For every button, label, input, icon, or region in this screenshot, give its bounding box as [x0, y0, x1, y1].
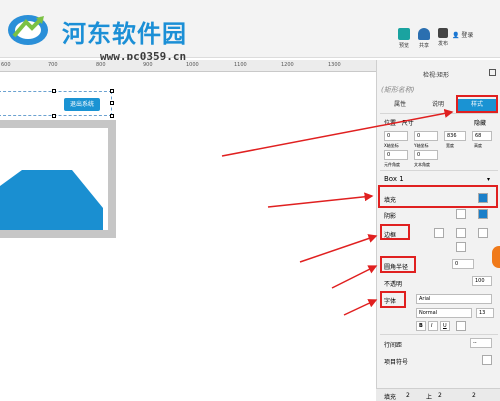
bullets-checkbox[interactable]	[482, 355, 492, 365]
ruler-tick: 700	[48, 62, 58, 68]
ruler-tick: 900	[143, 62, 153, 68]
panel-popout-icon[interactable]	[489, 69, 496, 76]
login-link[interactable]: 👤 登录	[452, 30, 473, 39]
border-style-button[interactable]	[434, 228, 444, 238]
shadow-label: 阴影	[384, 213, 397, 220]
x-caption: X轴坐标	[384, 143, 399, 148]
line-height-label: 行间距	[384, 342, 403, 349]
image-frame-inner	[0, 128, 108, 230]
login-label: 登录	[461, 32, 474, 39]
corner-radius-input[interactable]: 0	[452, 259, 474, 269]
border-label: 边框	[384, 232, 397, 239]
horizontal-ruler: 600 700 800 900 1000 1100 1200 1300	[0, 60, 376, 72]
width-input[interactable]: 836	[444, 131, 466, 141]
user-icon: 👤	[452, 32, 460, 39]
padding-right-value[interactable]: 2	[472, 392, 476, 399]
line-height-input[interactable]: --	[470, 338, 492, 348]
panel-title-text: 矩形	[437, 72, 450, 79]
h-caption: 高度	[474, 143, 482, 148]
padding-bar: 填充 2 上 2 2	[376, 388, 500, 401]
ruler-tick: 800	[96, 62, 106, 68]
font-label: 字体	[384, 298, 397, 305]
image-frame[interactable]	[0, 120, 116, 238]
rotation-caption: 元件角度	[384, 162, 400, 167]
y-caption: Y轴坐标	[414, 143, 429, 148]
tab-notes[interactable]: 说明	[420, 99, 456, 111]
publish-button[interactable]: 发布	[432, 28, 454, 47]
play-icon	[398, 28, 410, 40]
padding-fill-label: 填充	[384, 394, 397, 401]
ruler-tick: 600	[1, 62, 11, 68]
resize-handle[interactable]	[110, 101, 114, 105]
italic-button[interactable]: I	[428, 321, 438, 331]
fill-label: 填充	[384, 197, 397, 204]
site-name: 河东软件园	[62, 20, 187, 48]
tab-properties[interactable]: 属性	[382, 99, 418, 111]
resize-handle[interactable]	[110, 89, 114, 93]
bold-button[interactable]: B	[416, 321, 426, 331]
divider	[380, 170, 498, 171]
exit-system-button[interactable]: 退出系统	[64, 98, 100, 111]
mountain-shape	[0, 170, 103, 230]
publish-label: 发布	[437, 41, 448, 47]
opacity-input[interactable]: 100	[472, 276, 492, 286]
text-rotation-caption: 文本角度	[414, 162, 430, 167]
location-size-label: 位置 · 尺寸	[384, 120, 414, 127]
ruler-tick: 1100	[234, 62, 247, 68]
font-size-select[interactable]: 13	[476, 308, 494, 318]
corner-radius-label: 圆角半径	[384, 264, 409, 271]
border-arrow-button[interactable]	[456, 242, 466, 252]
resize-handle[interactable]	[52, 89, 56, 93]
underline-button[interactable]: U	[440, 321, 450, 331]
preview-button[interactable]: 预览	[393, 28, 415, 49]
rotation-input[interactable]: 0	[384, 150, 408, 160]
shape-name-input[interactable]: (矩形名称)	[381, 85, 414, 95]
publish-icon	[438, 28, 448, 38]
divider	[380, 113, 498, 114]
cloud-icon	[418, 28, 430, 40]
chevron-down-icon[interactable]: ▾	[487, 176, 490, 183]
padding-top-value[interactable]: 2	[438, 392, 442, 399]
font-family-select[interactable]: Arial	[416, 294, 492, 304]
ruler-tick: 1300	[328, 62, 341, 68]
shadow-button[interactable]	[456, 209, 466, 219]
panel-title: 检视:矩形	[423, 70, 449, 79]
divider	[380, 334, 498, 335]
y-input[interactable]: 0	[414, 131, 438, 141]
fill-color-swatch[interactable]	[478, 193, 488, 203]
padding-left-value[interactable]: 2	[406, 392, 410, 399]
opacity-label: 不透明	[384, 281, 403, 288]
shadow-color-swatch[interactable]	[478, 209, 488, 219]
panel-title-prefix: 检视:	[423, 72, 438, 79]
top-bar: 河东软件园 预览 共享 发布 👤 登录	[0, 0, 500, 58]
resize-handle[interactable]	[110, 114, 114, 118]
style-name[interactable]: Box 1	[384, 175, 404, 183]
text-color-button[interactable]	[456, 321, 466, 331]
text-rotation-input[interactable]: 0	[414, 150, 438, 160]
font-weight-select[interactable]: Normal	[416, 308, 472, 318]
bullets-label: 项目符号	[384, 359, 409, 366]
border-color-button[interactable]	[456, 228, 466, 238]
x-input[interactable]: 0	[384, 131, 408, 141]
ruler-tick: 1000	[186, 62, 199, 68]
border-width-button[interactable]	[478, 228, 488, 238]
padding-top-label: 上	[426, 394, 433, 401]
site-logo	[8, 15, 48, 45]
ruler-tick: 1200	[281, 62, 294, 68]
preview-label: 预览	[398, 43, 409, 49]
divider	[380, 186, 498, 187]
w-caption: 宽度	[446, 143, 454, 148]
resize-handle[interactable]	[52, 114, 56, 118]
hide-label[interactable]: 隐藏	[474, 118, 486, 127]
height-input[interactable]: 68	[472, 131, 492, 141]
tab-style[interactable]: 样式	[457, 99, 497, 111]
side-tab[interactable]	[492, 246, 500, 268]
